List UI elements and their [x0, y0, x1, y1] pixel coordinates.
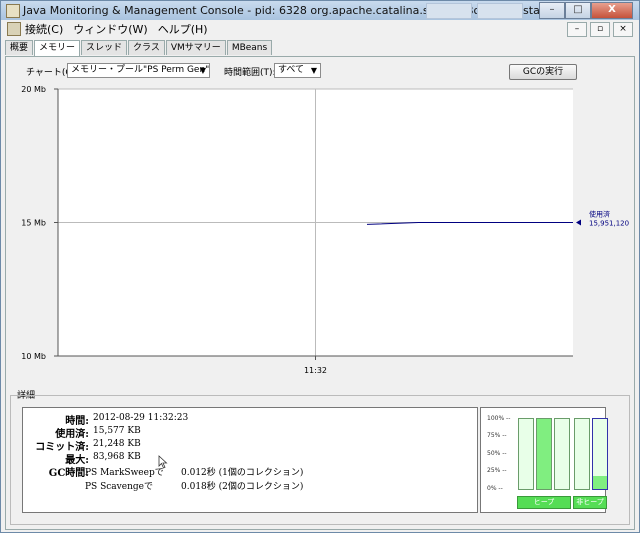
close-button[interactable]: X: [591, 2, 633, 19]
tab-mbeans[interactable]: MBeans: [226, 40, 273, 55]
gc-collector-info: 0.018秒 (2個のコレクション): [181, 482, 304, 492]
bar-fill: [537, 419, 551, 489]
app-menu-icon[interactable]: [7, 22, 21, 36]
details-panel: 時間: 2012-08-29 11:32:23 使用済: 15,577 KB コ…: [22, 407, 478, 513]
detail-value: 83,968 KB: [93, 452, 141, 462]
detail-row-gc-scavenge: PS Scavengeで 0.018秒 (2個のコレクション): [23, 479, 477, 492]
y-tick-label: 20 Mb: [21, 85, 46, 94]
memory-pool-bars: 100% -- 75% -- 50% -- 25% -- 0% -- ヒープ 非…: [480, 407, 608, 513]
percent-label: 0% --: [487, 485, 503, 492]
heap-pool-bar[interactable]: [536, 418, 552, 490]
menu-connection[interactable]: 接続(C): [25, 21, 63, 37]
chevron-down-icon: ▼: [310, 66, 317, 75]
heap-label[interactable]: ヒープ: [517, 496, 571, 509]
x-tick-label: 11:32: [304, 366, 327, 375]
detail-row-committed: コミット済: 21,248 KB: [23, 439, 477, 453]
detail-value: 15,577 KB: [93, 426, 141, 436]
tab-bar: 概要 メモリー スレッド クラス VMサマリー MBeans: [5, 40, 273, 56]
series-current-label: 使用済: [589, 210, 610, 219]
bar-fill: [593, 476, 607, 489]
time-range-value: すべて: [278, 65, 305, 75]
nonheap-label[interactable]: 非ヒープ: [573, 496, 607, 509]
chart-select-value: メモリー・プール"PS Perm Gen": [71, 65, 210, 75]
y-tick-label: 15 Mb: [21, 219, 46, 228]
menu-window[interactable]: ウィンドウ(W): [73, 21, 147, 37]
time-range-select[interactable]: すべて ▼: [274, 63, 321, 78]
inner-restore-button[interactable]: ▫: [590, 22, 610, 37]
detail-row-gc-marksweep: GC時間: PS MarkSweepで 0.012秒 (1個のコレクション): [23, 465, 477, 479]
title-bar[interactable]: Java Monitoring & Management Console - p…: [1, 1, 639, 20]
chevron-down-icon: ▼: [199, 66, 206, 75]
tab-classes[interactable]: クラス: [128, 40, 165, 55]
tab-memory[interactable]: メモリー: [34, 40, 81, 56]
gc-collector-info: 0.012秒 (1個のコレクション): [181, 468, 304, 478]
app-window: Java Monitoring & Management Console - p…: [0, 0, 640, 533]
detail-value: 21,248 KB: [93, 439, 141, 449]
nonheap-pool-bar-selected[interactable]: [592, 418, 608, 490]
title-bar-blurred-area: [477, 3, 523, 19]
time-range-label: 時間範囲(T):: [224, 68, 276, 78]
java-cup-icon: [6, 4, 20, 18]
heap-pool-bar[interactable]: [554, 418, 570, 490]
chart-select[interactable]: メモリー・プール"PS Perm Gen" ▼: [67, 63, 210, 78]
percent-label: 50% --: [487, 450, 507, 457]
nonheap-pool-bar[interactable]: [574, 418, 590, 490]
percent-label: 100% --: [487, 415, 511, 422]
heap-pool-bar[interactable]: [518, 418, 534, 490]
menu-bar: 接続(C) ウィンドウ(W) ヘルプ(H) – ▫ ×: [1, 20, 639, 38]
inner-close-button[interactable]: ×: [613, 22, 633, 37]
perform-gc-button[interactable]: GCの実行: [509, 64, 577, 80]
detail-row-used: 使用済: 15,577 KB: [23, 426, 477, 440]
mouse-cursor-icon: [158, 455, 168, 469]
y-tick-label: 10 Mb: [21, 352, 46, 361]
maximize-button[interactable]: □: [565, 2, 591, 19]
title-bar-blurred-area: [426, 3, 472, 19]
gc-collector-name: PS Scavengeで: [85, 482, 153, 492]
detail-row-max: 最大: 83,968 KB: [23, 452, 477, 466]
gc-collector-name: PS MarkSweepで: [85, 468, 164, 478]
tab-overview[interactable]: 概要: [5, 40, 34, 55]
minimize-button[interactable]: –: [539, 2, 565, 19]
percent-label: 25% --: [487, 467, 507, 474]
detail-value: 2012-08-29 11:32:23: [93, 413, 189, 423]
memory-panel: チャート(C): メモリー・プール"PS Perm Gen" ▼ 時間範囲(T)…: [5, 56, 635, 530]
detail-label: GC時間:: [48, 468, 89, 479]
series-pointer-icon: [576, 219, 581, 226]
memory-chart: 20 Mb 15 Mb 10 Mb 11:32 使用済 15,951,120: [6, 79, 634, 387]
tab-threads[interactable]: スレッド: [81, 40, 128, 55]
series-current-value: 15,951,120: [589, 220, 629, 228]
menu-help[interactable]: ヘルプ(H): [158, 21, 208, 37]
percent-label: 75% --: [487, 432, 507, 439]
memory-chart-svg: 20 Mb 15 Mb 10 Mb 11:32 使用済15,951,120: [21, 85, 629, 375]
detail-row-time: 時間: 2012-08-29 11:32:23: [23, 413, 477, 427]
tab-vm-summary[interactable]: VMサマリー: [165, 40, 226, 55]
inner-minimize-button[interactable]: –: [567, 22, 587, 37]
